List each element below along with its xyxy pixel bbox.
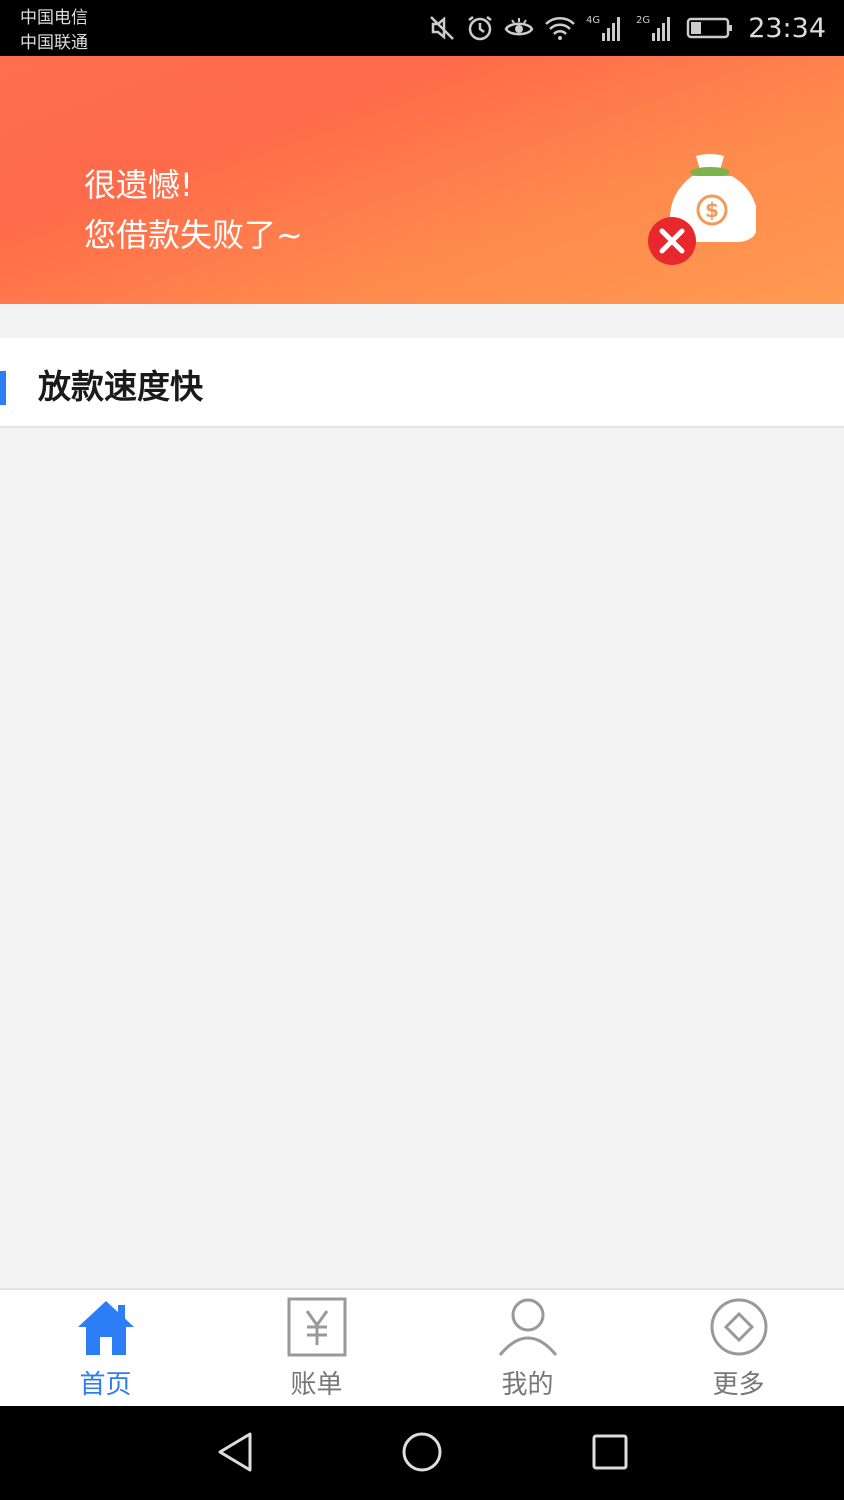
banner-line-2: 您借款失败了~ xyxy=(84,216,303,254)
more-icon xyxy=(708,1296,770,1358)
battery-icon xyxy=(686,16,734,40)
section-title: 放款速度快 xyxy=(38,367,203,406)
bill-icon xyxy=(286,1296,348,1358)
status-bar: 中国电信 中国联通 4G 2G 23:34 xyxy=(0,0,844,56)
tab-bill-label: 账单 xyxy=(290,1370,343,1400)
tab-home-label: 首页 xyxy=(79,1370,132,1400)
loan-failed-banner: 很遗憾! 您借款失败了~ $ xyxy=(0,56,844,304)
carrier-2: 中国联通 xyxy=(20,33,88,53)
banner-line-1: 很遗憾! xyxy=(84,166,193,204)
section-header: 放款速度快 xyxy=(0,338,844,428)
bottom-tab-bar: 首页 账单 我的 更多 xyxy=(0,1288,844,1408)
tab-mine[interactable]: 我的 xyxy=(422,1290,633,1408)
carrier-1: 中国电信 xyxy=(20,8,88,28)
money-bag-failed-icon: $ xyxy=(646,154,758,330)
carrier-info: 中国电信 中国联通 xyxy=(20,6,88,56)
signal-2g-icon: 2G xyxy=(636,13,676,43)
tab-more[interactable]: 更多 xyxy=(633,1290,844,1408)
tab-bill[interactable]: 账单 xyxy=(211,1290,422,1408)
banner-message: 很遗憾! 您借款失败了~ xyxy=(84,160,303,260)
system-nav-bar xyxy=(0,1406,844,1500)
back-icon[interactable] xyxy=(214,1430,254,1478)
user-icon xyxy=(497,1296,559,1358)
home-circle-icon[interactable] xyxy=(400,1430,444,1478)
section-accent-bar xyxy=(0,371,6,405)
tab-more-label: 更多 xyxy=(712,1370,765,1400)
clock: 23:34 xyxy=(748,12,826,44)
net-2g-label: 2G xyxy=(636,15,650,26)
recents-icon[interactable] xyxy=(590,1430,630,1478)
home-icon xyxy=(75,1296,137,1358)
status-icons: 4G 2G 23:34 xyxy=(428,10,826,46)
tab-mine-label: 我的 xyxy=(501,1370,554,1400)
svg-text:$: $ xyxy=(705,198,719,222)
wifi-icon xyxy=(544,15,576,41)
signal-4g-icon: 4G xyxy=(586,13,626,43)
mute-icon xyxy=(428,14,456,42)
net-4g-label: 4G xyxy=(586,15,600,26)
alarm-icon xyxy=(466,14,494,42)
eye-icon xyxy=(504,16,534,40)
tab-home[interactable]: 首页 xyxy=(0,1290,211,1408)
